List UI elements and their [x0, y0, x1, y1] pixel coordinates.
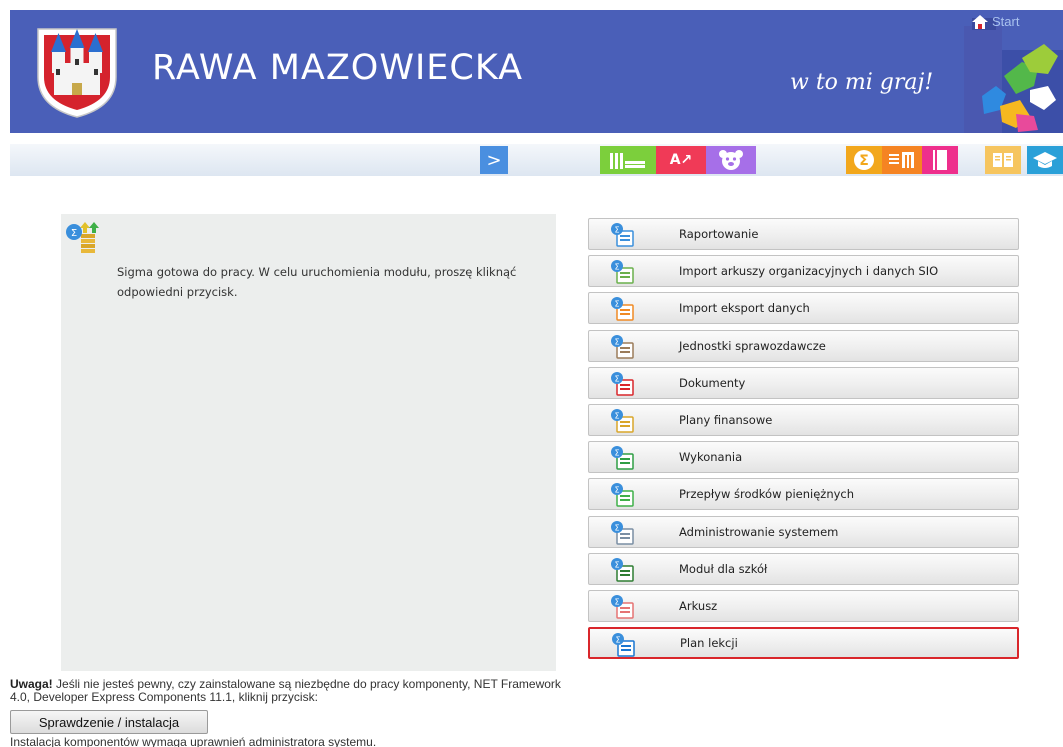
module-button[interactable]: Σ Wykonania	[588, 441, 1019, 473]
sigma-icon[interactable]: Σ	[846, 146, 882, 174]
notice-body: Jeśli nie jesteś pewny, czy zainstalowan…	[10, 677, 561, 704]
svg-text:Σ: Σ	[859, 153, 869, 169]
module-label: Moduł dla szkół	[679, 562, 768, 576]
administration-icon: Σ	[611, 521, 634, 545]
module-button[interactable]: Σ Administrowanie systemem	[588, 516, 1019, 548]
text-cursor-icon[interactable]: A↗	[656, 146, 706, 174]
executions-icon: Σ	[611, 446, 634, 470]
header-banner: RAWA MAZOWIECKA w to mi graj! Start	[10, 10, 1063, 133]
sio-import-icon: Σ	[611, 260, 634, 284]
info-panel: Σ Sigma gotowa do pracy. W celu uruchomi…	[61, 214, 556, 671]
svg-text:Σ: Σ	[614, 561, 619, 570]
info-message: Sigma gotowa do pracy. W celu uruchomien…	[117, 265, 517, 299]
svg-text:Σ: Σ	[614, 486, 619, 495]
library-icon[interactable]	[882, 146, 922, 174]
module-button[interactable]: Σ Plany finansowe	[588, 404, 1019, 436]
module-label: Wykonania	[679, 450, 743, 464]
check-install-button[interactable]: Sprawdzenie / instalacja	[10, 710, 208, 734]
module-button[interactable]: Σ Import arkuszy organizacyjnych i danych…	[588, 255, 1019, 287]
import-export-icon: Σ	[611, 297, 634, 321]
start-link[interactable]: Start	[972, 14, 1019, 29]
forward-arrow-icon[interactable]: >	[480, 146, 508, 174]
graduation-cap-icon[interactable]	[1027, 146, 1063, 174]
lesson-plan-icon: Σ	[612, 633, 635, 657]
notebook-icon[interactable]	[922, 146, 958, 174]
sigma-coins-icon: Σ	[66, 222, 99, 253]
module-label: Jednostki sprawozdawcze	[679, 339, 826, 353]
module-label: Plany finansowe	[679, 413, 773, 427]
open-book-icon[interactable]	[985, 146, 1021, 174]
home-icon	[972, 14, 988, 29]
module-label: Raportowanie	[679, 227, 759, 241]
notice-bold: Uwaga!	[10, 677, 53, 691]
module-label: Administrowanie systemem	[679, 525, 839, 539]
install-note: Instalacja komponentów wymaga uprawnień …	[10, 735, 377, 747]
module-button[interactable]: Σ Dokumenty	[588, 367, 1019, 399]
cash-flow-icon: Σ	[611, 483, 634, 507]
svg-text:Σ: Σ	[614, 226, 619, 235]
svg-text:Σ: Σ	[614, 412, 619, 421]
svg-text:Σ: Σ	[71, 228, 77, 239]
module-button[interactable]: Σ Przepływ środków pieniężnych	[588, 478, 1019, 510]
module-label: Dokumenty	[679, 376, 746, 390]
svg-text:Σ: Σ	[614, 449, 619, 458]
reporting-units-icon: Σ	[611, 335, 634, 359]
svg-text:Σ: Σ	[614, 338, 619, 347]
school-module-icon: Σ	[611, 558, 634, 582]
module-label: Przepływ środków pieniężnych	[679, 487, 855, 501]
module-button[interactable]: Σ Jednostki sprawozdawcze	[588, 330, 1019, 362]
report-icon: Σ	[611, 223, 634, 247]
svg-text:Σ: Σ	[614, 263, 619, 272]
module-label: Arkusz	[679, 599, 718, 613]
module-label: Plan lekcji	[680, 636, 738, 650]
sheet-icon: Σ	[611, 595, 634, 619]
module-button[interactable]: Σ Arkusz	[588, 590, 1019, 622]
svg-text:Σ: Σ	[614, 524, 619, 533]
module-button[interactable]: Σ Import eksport danych	[588, 292, 1019, 324]
svg-text:Σ: Σ	[614, 598, 619, 607]
slogan-text: w to mi graj!	[790, 70, 934, 95]
teddy-bear-icon[interactable]	[706, 146, 756, 174]
city-crest-icon	[37, 28, 117, 118]
module-button[interactable]: Σ Plan lekcji	[588, 627, 1019, 659]
module-button[interactable]: Σ Moduł dla szkół	[588, 553, 1019, 585]
svg-text:Σ: Σ	[614, 375, 619, 384]
svg-text:Σ: Σ	[614, 300, 619, 309]
toolbar: > A↗ Σ	[10, 144, 1063, 176]
svg-text:Σ: Σ	[615, 636, 620, 645]
documents-icon: Σ	[611, 372, 634, 396]
financial-plans-icon: Σ	[611, 409, 634, 433]
puzzle-logo-icon	[964, 18, 1063, 133]
module-label: Import eksport danych	[679, 301, 810, 315]
module-label: Import arkuszy organizacyjnych i danych …	[679, 264, 939, 278]
notice-text: Uwaga! Jeśli nie jesteś pewny, czy zains…	[10, 678, 570, 704]
page-title: RAWA MAZOWIECKA	[152, 48, 524, 88]
books-icon[interactable]	[600, 146, 656, 174]
module-button[interactable]: Σ Raportowanie	[588, 218, 1019, 250]
start-label: Start	[992, 14, 1020, 29]
